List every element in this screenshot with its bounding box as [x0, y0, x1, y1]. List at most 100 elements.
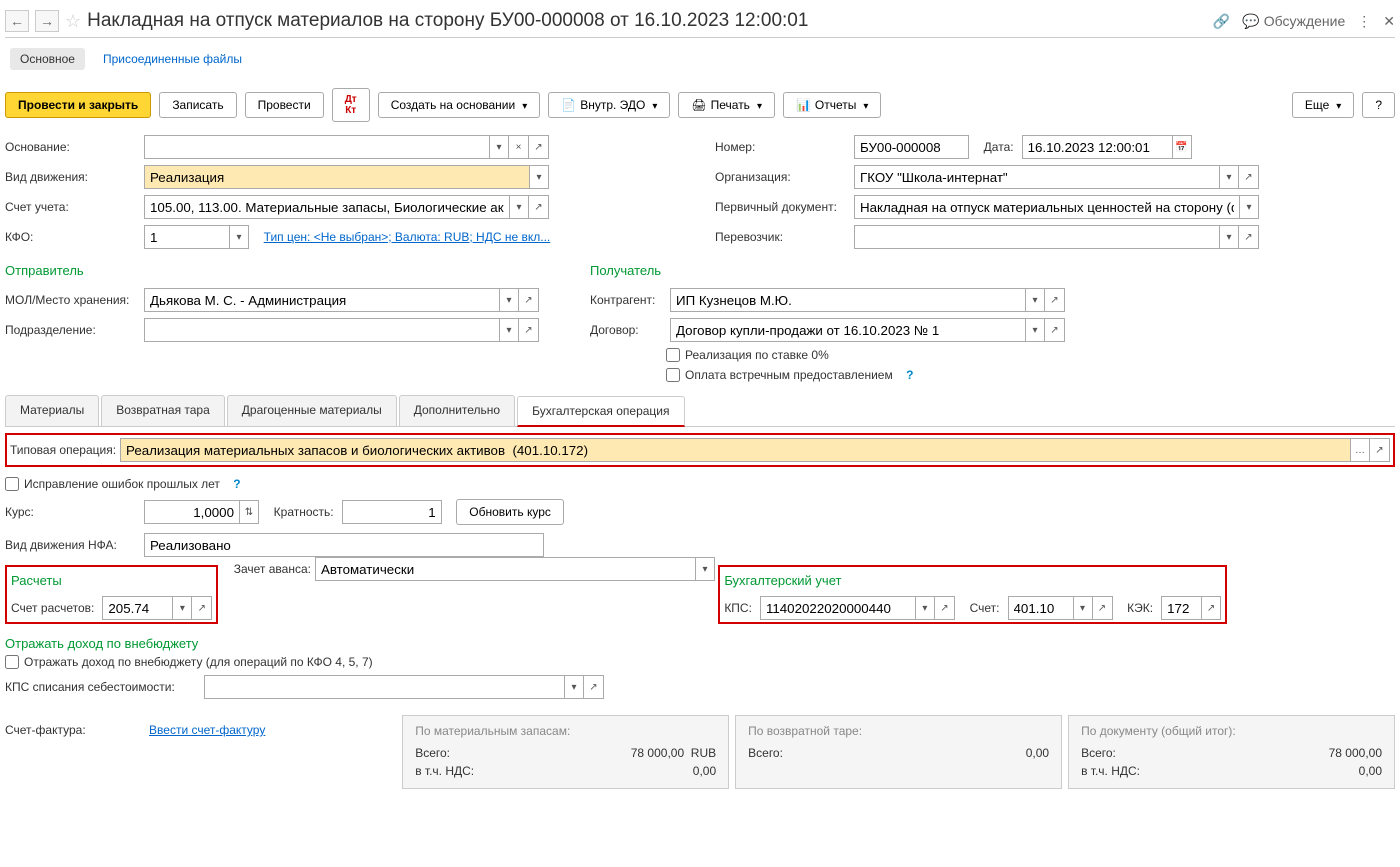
kps-writeoff-input[interactable] — [204, 675, 564, 699]
clear-icon[interactable]: × — [509, 135, 529, 159]
zero-rate-checkbox[interactable] — [666, 348, 680, 362]
tab-materials[interactable]: Материалы — [5, 395, 99, 426]
dropdown-icon[interactable]: ▾ — [499, 288, 519, 312]
select-icon[interactable]: … — [1350, 438, 1370, 462]
primary-doc-input[interactable] — [854, 195, 1239, 219]
open-icon[interactable]: ↗ — [519, 318, 539, 342]
post-button[interactable]: Провести — [245, 92, 324, 118]
close-icon[interactable]: ✕ — [1383, 13, 1395, 30]
open-icon[interactable]: ↗ — [1093, 596, 1113, 620]
invoice-block: Счет-фактура: Ввести счет-фактуру — [5, 715, 396, 789]
kebab-menu-icon[interactable]: ⋮ — [1357, 13, 1371, 30]
open-icon[interactable]: ↗ — [1201, 596, 1221, 620]
footer-mat-title: По материальным запасам: — [415, 724, 716, 738]
help-button[interactable]: ? — [1362, 92, 1395, 118]
dropdown-icon[interactable]: ▾ — [1073, 596, 1093, 620]
dropdown-icon[interactable]: ▾ — [1219, 225, 1239, 249]
tab-precious[interactable]: Драгоценные материалы — [227, 395, 397, 426]
header-bar: ← → ☆ Накладная на отпуск материалов на … — [5, 5, 1395, 38]
dropdown-icon[interactable]: ▾ — [229, 225, 249, 249]
open-icon[interactable]: ↗ — [1239, 165, 1259, 189]
typical-operation-input[interactable] — [120, 438, 1350, 462]
dropdown-icon[interactable]: ▾ — [172, 596, 192, 620]
dropdown-icon[interactable]: ▾ — [695, 557, 715, 581]
error-fix-checkbox[interactable] — [5, 477, 19, 491]
help-icon[interactable]: ? — [906, 368, 913, 382]
contractor-input[interactable] — [670, 288, 1025, 312]
dropdown-icon[interactable]: ▾ — [1025, 288, 1045, 312]
save-button[interactable]: Записать — [159, 92, 236, 118]
counter-payment-checkbox-row: Оплата встречным предоставлением ? — [666, 368, 1395, 382]
dropdown-icon[interactable]: ▾ — [529, 165, 549, 189]
discuss-button[interactable]: 💬 Обсуждение — [1242, 13, 1345, 30]
contract-input[interactable] — [670, 318, 1025, 342]
zero-rate-checkbox-row: Реализация по ставке 0% — [666, 348, 1395, 362]
dropdown-icon[interactable]: ▾ — [499, 318, 519, 342]
number-input[interactable] — [854, 135, 969, 159]
kps-input[interactable] — [760, 596, 915, 620]
move-type-field: Вид движения: ▾ — [5, 165, 685, 189]
offbudget-checkbox[interactable] — [5, 655, 19, 669]
move-type-input[interactable] — [144, 165, 529, 189]
advance-label: Зачет аванса: — [234, 562, 311, 576]
mol-input[interactable] — [144, 288, 499, 312]
open-icon[interactable]: ↗ — [584, 675, 604, 699]
print-button[interactable]: 🖨 Печать — [678, 92, 775, 118]
nfa-label: Вид движения НФА: — [5, 538, 140, 552]
tab-main[interactable]: Основное — [10, 48, 85, 70]
link-icon[interactable]: 🔗 — [1213, 13, 1230, 30]
open-icon[interactable]: ↗ — [1370, 438, 1390, 462]
advance-input[interactable] — [315, 557, 695, 581]
post-and-close-button[interactable]: Провести и закрыть — [5, 92, 151, 118]
dropdown-icon[interactable]: ▾ — [915, 596, 935, 620]
basis-input[interactable] — [144, 135, 489, 159]
reports-button[interactable]: 📊 Отчеты — [783, 92, 881, 118]
tab-returnable[interactable]: Возвратная тара — [101, 395, 225, 426]
tab-accounting[interactable]: Бухгалтерская операция — [517, 396, 684, 427]
open-icon[interactable]: ↗ — [529, 135, 549, 159]
dropdown-icon[interactable]: ▾ — [564, 675, 584, 699]
kfo-input[interactable] — [144, 225, 229, 249]
account2-input[interactable] — [1008, 596, 1073, 620]
update-rate-button[interactable]: Обновить курс — [456, 499, 564, 525]
calc-account-input[interactable] — [102, 596, 172, 620]
kps-writeoff-label: КПС списания себестоимости: — [5, 680, 200, 694]
open-icon[interactable]: ↗ — [1239, 225, 1259, 249]
tab-attached-files[interactable]: Присоединенные файлы — [103, 48, 242, 70]
nav-back-button[interactable]: ← — [5, 10, 29, 32]
create-based-button[interactable]: Создать на основании — [378, 92, 541, 118]
favorite-star-icon[interactable]: ☆ — [65, 11, 81, 32]
open-icon[interactable]: ↗ — [1045, 288, 1065, 312]
dropdown-icon[interactable]: ▾ — [509, 195, 529, 219]
nav-forward-button[interactable]: → — [35, 10, 59, 32]
stepper-icon[interactable]: ⇅ — [239, 500, 259, 524]
nfa-input[interactable] — [144, 533, 544, 557]
kek-input[interactable] — [1161, 596, 1201, 620]
open-icon[interactable]: ↗ — [529, 195, 549, 219]
date-input[interactable] — [1022, 135, 1172, 159]
open-icon[interactable]: ↗ — [1045, 318, 1065, 342]
inner-tabs: Материалы Возвратная тара Драгоценные ма… — [5, 395, 1395, 427]
account-input[interactable] — [144, 195, 509, 219]
counter-payment-checkbox[interactable] — [666, 368, 680, 382]
org-input[interactable] — [854, 165, 1219, 189]
open-icon[interactable]: ↗ — [935, 596, 955, 620]
help-icon[interactable]: ? — [233, 477, 240, 491]
dtkt-button[interactable]: ДтКт — [332, 88, 370, 122]
rate-input[interactable] — [144, 500, 239, 524]
enter-invoice-link[interactable]: Ввести счет-фактуру — [149, 723, 265, 737]
division-input[interactable] — [144, 318, 499, 342]
price-type-link[interactable]: Тип цен: <Не выбран>; Валюта: RUB; НДС н… — [264, 230, 551, 244]
more-button[interactable]: Еще — [1292, 92, 1354, 118]
dropdown-icon[interactable]: ▾ — [1219, 165, 1239, 189]
open-icon[interactable]: ↗ — [519, 288, 539, 312]
dropdown-icon[interactable]: ▾ — [489, 135, 509, 159]
dropdown-icon[interactable]: ▾ — [1025, 318, 1045, 342]
carrier-input[interactable] — [854, 225, 1219, 249]
open-icon[interactable]: ↗ — [192, 596, 212, 620]
tab-additional[interactable]: Дополнительно — [399, 395, 515, 426]
edo-button[interactable]: 📄 Внутр. ЭДО — [548, 92, 670, 118]
mult-input[interactable] — [342, 500, 442, 524]
dropdown-icon[interactable]: ▾ — [1239, 195, 1259, 219]
calendar-icon[interactable]: 📅 — [1172, 135, 1192, 159]
